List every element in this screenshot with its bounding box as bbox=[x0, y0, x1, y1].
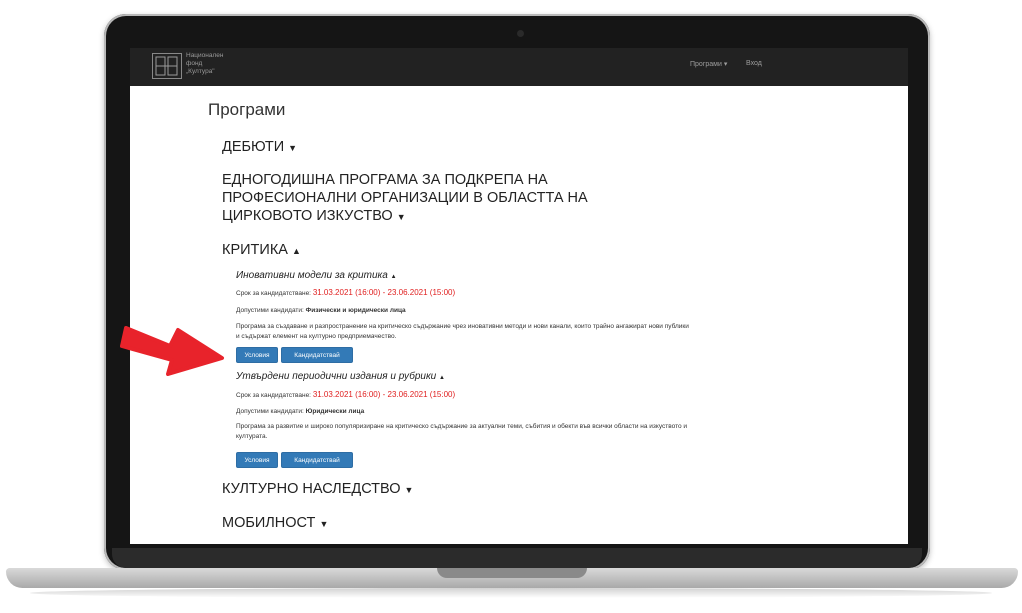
apply-button[interactable]: Кандидатствай bbox=[281, 452, 353, 468]
candidates-label: Допустими кандидати: bbox=[236, 408, 304, 415]
program-candidates: Допустими кандидати: Физически и юридиче… bbox=[236, 307, 406, 314]
expand-arrow-icon: ▼ bbox=[288, 143, 298, 153]
deadline-label: Срок за кандидатстване: bbox=[236, 392, 311, 399]
laptop-shadow bbox=[30, 588, 992, 598]
conditions-button[interactable]: Условия bbox=[236, 452, 278, 468]
program-title[interactable]: Иновативни модели за критика ▲ bbox=[236, 270, 397, 281]
section-mobility-title: МОБИЛНОСТ bbox=[222, 515, 316, 531]
apply-button[interactable]: Кандидатствай bbox=[281, 347, 353, 363]
conditions-button[interactable]: Условия bbox=[236, 347, 278, 363]
candidates-value: Физически и юридически лица bbox=[305, 307, 406, 314]
logo-text[interactable]: Национален фонд „Култура" bbox=[186, 52, 223, 76]
program-title-text: Утвърдени периодични издания и рубрики bbox=[236, 371, 437, 382]
deadline-label: Срок за кандидатстване: bbox=[236, 290, 311, 297]
deadline-value: 31.03.2021 (16:00) - 23.06.2021 (15:00) bbox=[312, 288, 456, 297]
red-pointer-arrow-icon bbox=[120, 326, 224, 376]
section-heritage-title: КУЛТУРНО НАСЛЕДСТВО bbox=[222, 481, 401, 497]
program-description: Програма за развитие и широко популяризи… bbox=[236, 423, 688, 440]
program-candidates: Допустими кандидати: Юридически лица bbox=[236, 408, 364, 415]
section-debuti[interactable]: ДЕБЮТИ ▼ bbox=[222, 138, 642, 157]
logo-line-3: „Култура" bbox=[186, 68, 215, 75]
top-navbar: Национален фонд „Култура" Програми ▾ Вхо… bbox=[130, 48, 908, 86]
nav-login-link[interactable]: Вход bbox=[746, 60, 762, 67]
candidates-value: Юридически лица bbox=[305, 408, 365, 415]
program-description: Програма за създаване и разпространение … bbox=[236, 323, 689, 340]
logo-line-1: Национален bbox=[186, 52, 224, 59]
laptop-notch bbox=[437, 568, 587, 578]
expand-arrow-icon: ▼ bbox=[319, 519, 329, 529]
deadline-value: 31.03.2021 (16:00) - 23.06.2021 (15:00) bbox=[312, 390, 456, 399]
candidates-label: Допустими кандидати: bbox=[236, 307, 304, 314]
program-deadline: Срок за кандидатстване: 31.03.2021 (16:0… bbox=[236, 288, 455, 297]
collapse-arrow-icon: ▲ bbox=[439, 375, 445, 381]
expand-arrow-icon: ▼ bbox=[404, 485, 414, 495]
section-debuti-title: ДЕБЮТИ bbox=[222, 139, 285, 155]
section-kritika[interactable]: КРИТИКА ▲ bbox=[222, 241, 642, 260]
browser-viewport: Национален фонд „Култура" Програми ▾ Вхо… bbox=[130, 48, 908, 544]
section-circus[interactable]: ЕДНОГОДИШНА ПРОГРАМА ЗА ПОДКРЕПА НА ПРОФ… bbox=[222, 171, 642, 226]
section-kritika-title: КРИТИКА bbox=[222, 242, 288, 258]
expand-arrow-icon: ▼ bbox=[396, 212, 406, 222]
program-title-text: Иновативни модели за критика bbox=[236, 270, 388, 281]
camera-dot bbox=[517, 30, 524, 37]
program-deadline: Срок за кандидатстване: 31.03.2021 (16:0… bbox=[236, 390, 455, 399]
laptop-bezel bbox=[112, 548, 922, 568]
nav-programs-label: Програми bbox=[690, 61, 722, 68]
nav-programs-dropdown[interactable]: Програми ▾ bbox=[690, 60, 727, 68]
logo-line-2: фонд bbox=[186, 60, 203, 67]
collapse-arrow-icon: ▲ bbox=[390, 274, 397, 280]
collapse-arrow-icon: ▲ bbox=[291, 246, 301, 256]
chevron-down-icon: ▾ bbox=[723, 61, 728, 68]
fund-logo-icon[interactable] bbox=[152, 53, 182, 79]
section-mobility[interactable]: МОБИЛНОСТ ▼ bbox=[222, 514, 642, 533]
section-heritage[interactable]: КУЛТУРНО НАСЛЕДСТВО ▼ bbox=[222, 480, 642, 499]
page-title: Програми bbox=[208, 100, 286, 119]
program-title[interactable]: Утвърдени периодични издания и рубрики ▲ bbox=[236, 371, 445, 382]
